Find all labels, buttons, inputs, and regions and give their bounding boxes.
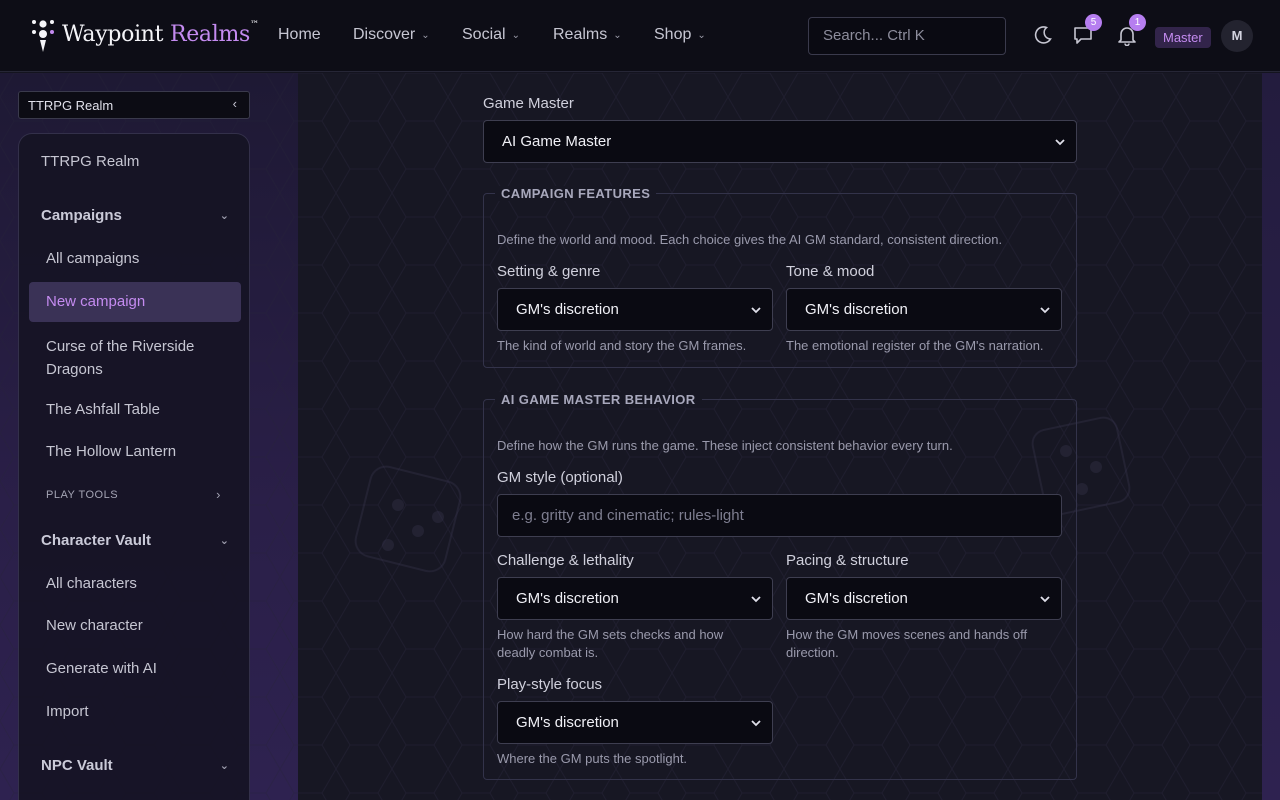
search-placeholder: Search... Ctrl K [823,27,925,44]
chevron-down-icon [1040,595,1050,602]
gm-behavior-legend: AI GAME MASTER BEHAVIOR [495,392,702,407]
game-master-value: AI Game Master [502,133,612,150]
nav-social-label: Social [462,26,506,43]
tone-mood-value: GM's discretion [805,301,908,318]
setting-genre-label: Setting & genre [497,263,601,280]
notifications-button[interactable]: 1 [1116,14,1146,47]
chevron-down-icon [751,306,761,313]
brand-name-first: Waypoint [62,21,164,47]
chevron-down-icon [1055,138,1065,145]
sidebar-item-new-character[interactable]: New character [46,617,249,634]
chevron-down-icon: ⌄ [219,535,229,547]
main-nav: Home Discover ⌄ Social ⌄ Realms ⌄ Shop ⌄ [278,26,724,44]
chevron-down-icon: ⌄ [219,760,229,772]
chevron-down-icon: ⌄ [697,29,706,41]
play-style-value: GM's discretion [516,714,619,731]
sidebar-play-tools[interactable]: PLAY TOOLS › [46,487,249,502]
gm-style-placeholder: e.g. gritty and cinematic; rules-light [512,507,744,524]
challenge-lethality-label: Challenge & lethality [497,552,634,569]
sidebar-play-tools-label: PLAY TOOLS [46,489,119,501]
sidebar-item-generate-ai[interactable]: Generate with AI [46,660,249,677]
chevron-down-icon: ⌄ [613,29,622,41]
sidebar-item-all-characters[interactable]: All characters [46,575,249,592]
chevron-left-icon[interactable]: ‹ [233,96,237,111]
setting-genre-help: The kind of world and story the GM frame… [497,338,747,353]
nav-realms-label: Realms [553,26,608,43]
gm-behavior-description: Define how the GM runs the game. These i… [497,438,953,453]
notifications-count-badge: 1 [1129,14,1146,31]
nav-home[interactable]: Home [278,26,353,44]
nav-discover[interactable]: Discover ⌄ [353,26,462,44]
sidebar-section-campaigns-label: Campaigns [41,207,122,224]
tone-mood-help: The emotional register of the GM's narra… [786,338,1044,353]
chevron-down-icon: ⌄ [219,210,229,222]
sidebar-item-new-campaign-label: New campaign [46,293,146,310]
brand-logo[interactable]: Waypoint Realms™ [30,14,259,54]
challenge-lethality-help-line-2: deadly combat is. [497,645,599,660]
chevron-down-icon [1040,306,1050,313]
dark-mode-moon-icon[interactable] [1032,24,1054,46]
tone-mood-label: Tone & mood [786,263,875,280]
sidebar-section-character-vault[interactable]: Character Vault ⌄ [41,532,249,549]
nav-discover-label: Discover [353,26,416,43]
setting-genre-value: GM's discretion [516,301,619,318]
sidebar-nav: TTRPG Realm Campaigns ⌄ All campaigns Ne… [18,133,250,800]
top-navbar: Waypoint Realms™ Home Discover ⌄ Social ⌄ … [0,0,1280,72]
tone-mood-select[interactable]: GM's discretion [786,288,1062,331]
play-style-help: Where the GM puts the spotlight. [497,751,688,766]
play-style-select[interactable]: GM's discretion [497,701,773,744]
chevron-down-icon [751,719,761,726]
sidebar-realm-title[interactable]: TTRPG Realm [41,153,249,170]
brand-name-second: Realms [169,21,251,47]
challenge-lethality-select[interactable]: GM's discretion [497,577,773,620]
nav-realms[interactable]: Realms ⌄ [553,26,654,44]
game-master-label: Game Master [483,95,574,112]
play-style-label: Play-style focus [497,676,603,693]
sidebar-section-campaigns[interactable]: Campaigns ⌄ [41,207,249,224]
challenge-lethality-help: How hard the GM sets checks and how dead… [497,626,723,662]
realm-select-value: TTRPG Realm [28,98,114,113]
pacing-structure-label: Pacing & structure [786,552,909,569]
chevron-right-icon: › [216,487,221,502]
gm-style-input[interactable]: e.g. gritty and cinematic; rules-light [497,494,1062,537]
messages-count-badge: 5 [1085,14,1102,31]
sidebar-item-ashfall-table[interactable]: The Ashfall Table [46,401,249,418]
sidebar-item-import[interactable]: Import [46,703,249,720]
challenge-lethality-value: GM's discretion [516,590,619,607]
campaign-features-legend: CAMPAIGN FEATURES [495,186,657,201]
chevron-down-icon [751,595,761,602]
sidebar-section-npc-vault[interactable]: NPC Vault ⌄ [41,757,249,774]
game-master-select[interactable]: AI Game Master [483,120,1077,163]
pacing-structure-help-line-1: How the GM moves scenes and hands off [786,627,1028,642]
search-input[interactable]: Search... Ctrl K [808,17,1006,55]
sidebar-item-hollow-lantern[interactable]: The Hollow Lantern [46,443,249,460]
messages-button[interactable]: 5 [1072,14,1102,46]
pacing-structure-help-line-2: direction. [786,645,839,660]
waypoint-logo-icon [32,20,54,52]
sidebar-section-character-vault-label: Character Vault [41,532,152,549]
pacing-structure-value: GM's discretion [805,590,908,607]
challenge-lethality-help-line-1: How hard the GM sets checks and how [497,627,724,642]
setting-genre-select[interactable]: GM's discretion [497,288,773,331]
realm-select[interactable]: TTRPG Realm ‹ [18,91,250,119]
brand-name: Waypoint Realms™ [62,19,259,47]
sidebar-section-npc-vault-label: NPC Vault [41,757,113,774]
nav-home-label: Home [278,26,321,43]
nav-shop-label: Shop [654,26,692,43]
role-badge: Master [1155,27,1211,48]
chevron-down-icon: ⌄ [421,29,430,41]
chevron-down-icon: ⌄ [511,29,520,41]
campaign-features-description: Define the world and mood. Each choice g… [497,232,1003,247]
avatar[interactable]: M [1221,20,1253,52]
sidebar-item-curse-riverside-dragons[interactable]: Curse of the Riverside Dragons [46,335,226,381]
pacing-structure-help: How the GM moves scenes and hands off di… [786,626,1027,662]
sidebar-item-all-campaigns[interactable]: All campaigns [46,250,249,267]
gm-style-label: GM style (optional) [497,469,623,486]
trademark-mark: ™ [250,19,259,30]
nav-shop[interactable]: Shop ⌄ [654,26,724,44]
pacing-structure-select[interactable]: GM's discretion [786,577,1062,620]
nav-social[interactable]: Social ⌄ [462,26,553,44]
